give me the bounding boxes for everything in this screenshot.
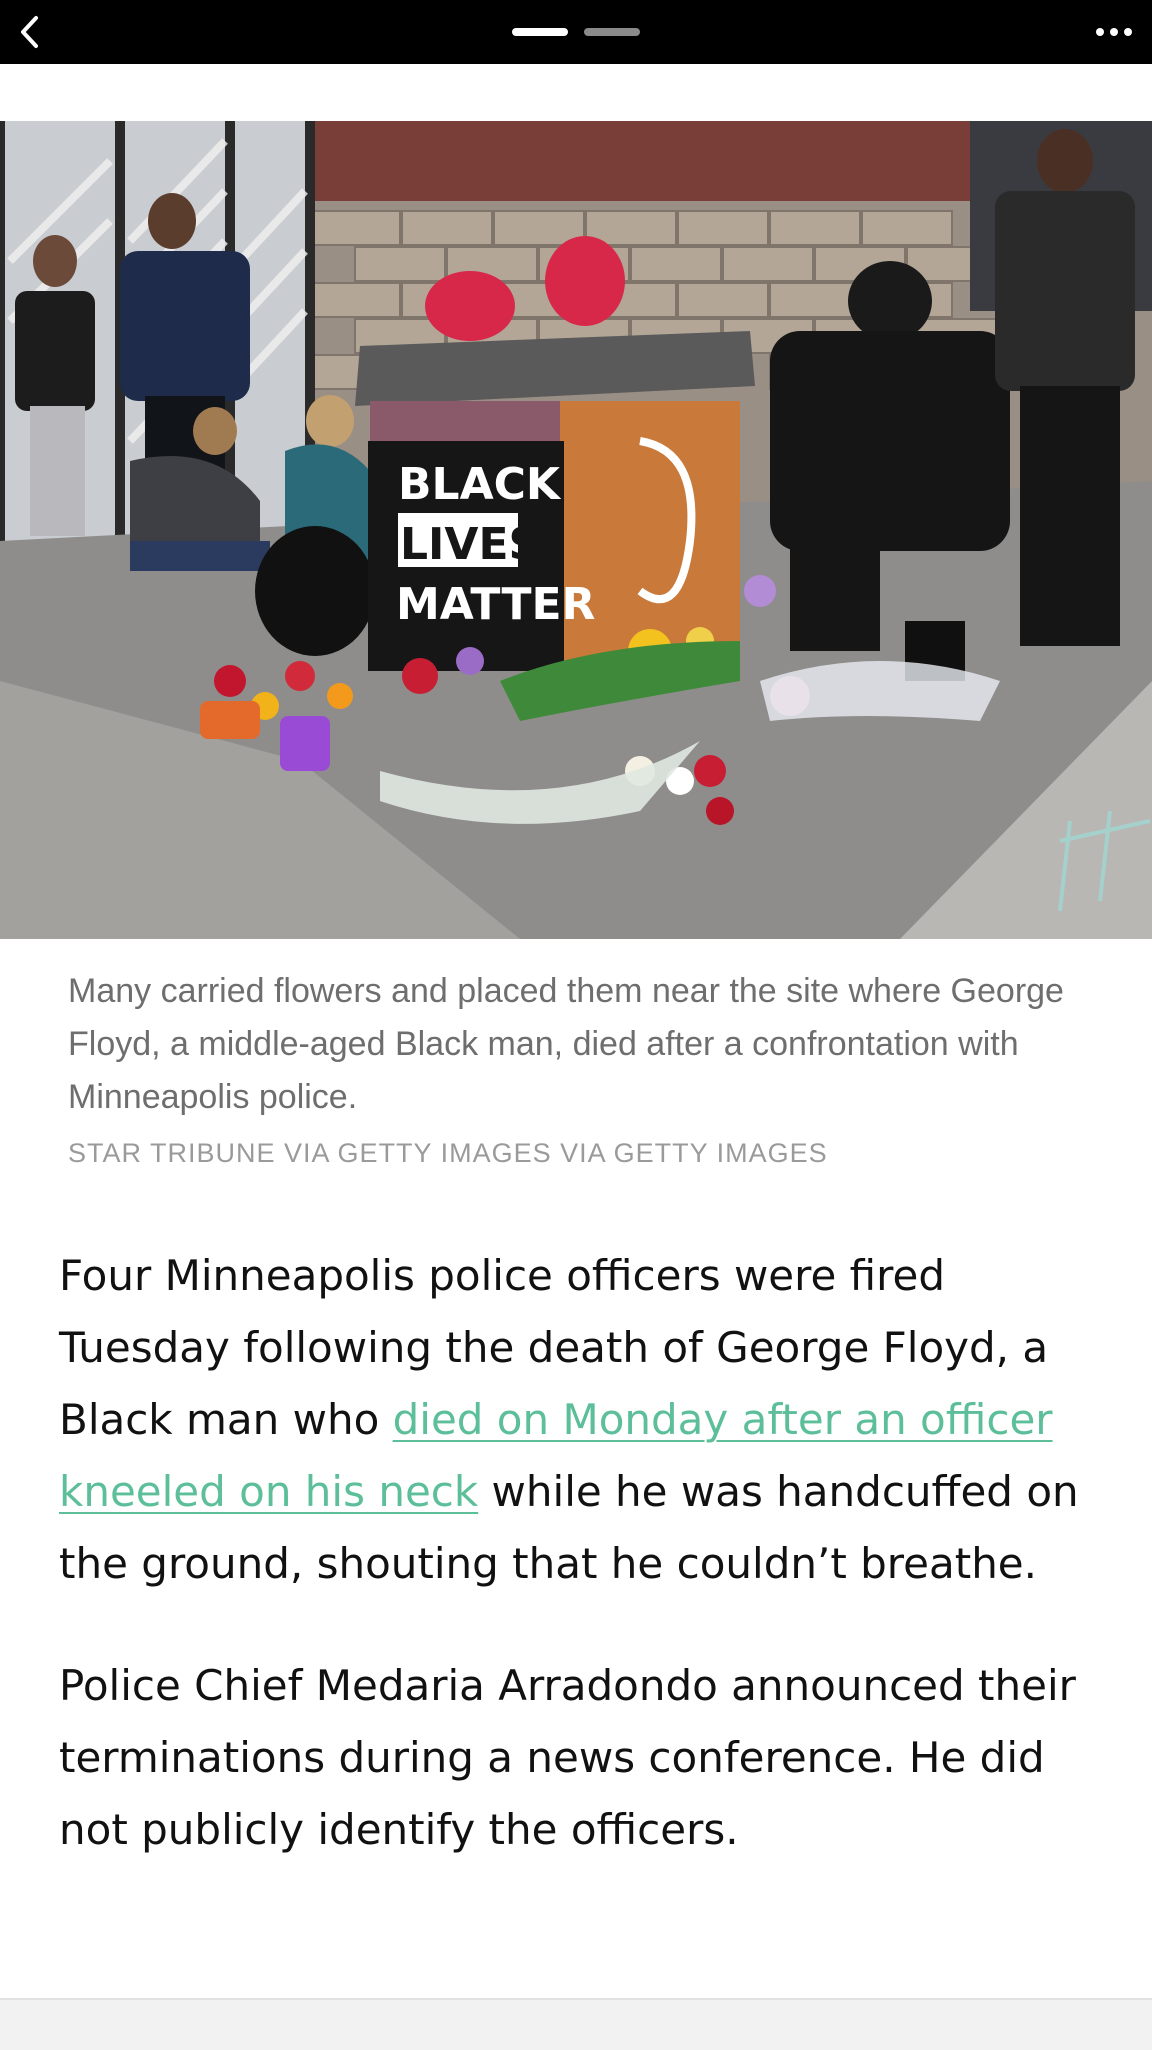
- svg-text:LIVES: LIVES: [400, 519, 540, 570]
- svg-text:BLACK: BLACK: [398, 459, 562, 510]
- svg-text:MATTER: MATTER: [396, 579, 595, 630]
- photo-caption: Many carried flowers and placed them nea…: [68, 972, 1064, 1116]
- page-indicator-inactive[interactable]: [584, 28, 640, 36]
- article-photo: BLACK LIVES MATTER: [0, 121, 1152, 939]
- photo-credit: STAR TRIBUNE VIA GETTY IMAGES VIA GETTY …: [68, 1138, 828, 1168]
- article-paragraph: Police Chief Medaria Arradondo announced…: [59, 1661, 1076, 1854]
- more-options-button[interactable]: [1086, 10, 1142, 54]
- article-paragraph: Four Minneapolis police officers were fi…: [59, 1240, 1109, 1600]
- top-bar: [0, 0, 1152, 64]
- ellipsis-dot: [1110, 28, 1118, 36]
- ellipsis-dot: [1124, 28, 1132, 36]
- ellipsis-icon: [1096, 28, 1104, 36]
- page-indicator: [0, 28, 1152, 36]
- page-indicator-active: [512, 28, 568, 36]
- bottom-bar: [0, 1998, 1152, 2050]
